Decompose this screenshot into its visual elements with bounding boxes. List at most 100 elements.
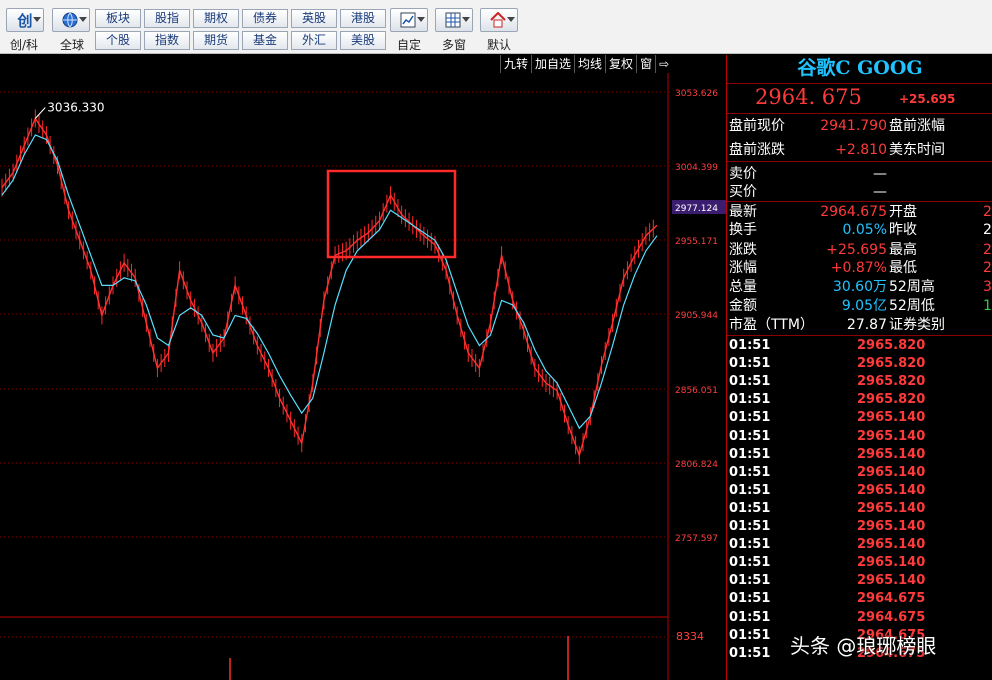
quote-key: 卖价	[729, 166, 757, 182]
tick-time: 01:51	[729, 356, 771, 372]
quote-key: 盘前现价	[729, 118, 785, 134]
tick-price: 2965.140	[857, 537, 926, 553]
tick-price: 2965.140	[857, 500, 926, 516]
nine-turn-button[interactable]: 九转	[500, 55, 531, 73]
quote-row: 卖价 —	[727, 165, 992, 184]
tick-price: 2964.675	[857, 591, 926, 607]
window-button[interactable]: 窗	[636, 55, 655, 73]
last-price: 2964. 675	[755, 85, 862, 109]
btn-futures[interactable]: 期货	[193, 31, 239, 50]
current-price-label: 2977.124	[675, 204, 718, 214]
quote-key-2: 昨收	[889, 222, 917, 238]
tick-time: 01:51	[729, 482, 771, 498]
default-button[interactable]	[480, 8, 518, 32]
default-label: 默认	[486, 38, 511, 52]
quote-row: 最新 2964.675 开盘 2	[727, 203, 992, 222]
multi-window-button[interactable]	[435, 8, 473, 32]
moving-average-button[interactable]: 均线	[574, 55, 605, 73]
btn-single-stock[interactable]: 个股	[95, 31, 141, 50]
quote-value: 9.05亿	[841, 298, 887, 314]
tick-time: 01:51	[729, 464, 771, 480]
tick-time: 01:51	[729, 573, 771, 589]
quote-row: 盘前涨跌 +2.810 美东时间	[727, 141, 992, 160]
quote-key: 总量	[729, 279, 757, 295]
quote-value: —	[873, 184, 887, 200]
tick-row: 01:51 2965.820	[727, 355, 992, 373]
chart-toolbar: 九转 加自选 均线 复权 窗 ⇨	[500, 55, 673, 73]
quote-key-2: 美东时间	[889, 142, 945, 158]
price-change: +25.695	[899, 92, 956, 106]
grid-icon	[445, 12, 461, 28]
btn-sector[interactable]: 板块	[95, 9, 141, 28]
btn-stock-index[interactable]: 股指	[144, 9, 190, 28]
star-market-button[interactable]: 创	[6, 8, 44, 32]
quote-value-2: 3	[983, 279, 992, 295]
tick-price: 2964.675	[857, 609, 926, 625]
btn-index[interactable]: 指数	[144, 31, 190, 50]
tick-row: 01:51 2965.140	[727, 518, 992, 536]
quote-value: 30.60万	[832, 279, 887, 295]
tick-time: 01:51	[729, 627, 771, 643]
quote-value: +2.810	[835, 142, 887, 158]
tick-time: 01:51	[729, 374, 771, 390]
custom-button[interactable]	[390, 8, 428, 32]
tick-time: 01:51	[729, 519, 771, 534]
quote-key-2: 最低	[889, 260, 917, 276]
quote-key: 金额	[729, 298, 757, 314]
tick-row: 01:51 2965.140	[727, 409, 992, 427]
tick-price: 2965.140	[857, 410, 926, 426]
quote-key: 市盈（TTM）	[729, 317, 814, 333]
btn-uk-stocks[interactable]: 英股	[291, 9, 337, 28]
add-watchlist-button[interactable]: 加自选	[531, 55, 574, 73]
series-line	[1, 117, 658, 458]
quote-row: 金额 9.05亿 52周低 1	[727, 297, 992, 316]
price-tick-label: 2856.051	[675, 386, 718, 396]
btn-hk-stocks[interactable]: 港股	[340, 9, 386, 28]
btn-forex[interactable]: 外汇	[291, 31, 337, 50]
price-chart[interactable]: 3053.626 3004.399 2955.171 2905.944 2856.051…	[0, 55, 726, 680]
series-line	[1, 134, 658, 430]
tick-price: 2965.820	[857, 338, 926, 353]
tick-row: 01:51 2965.140	[727, 500, 992, 518]
quote-panel: 谷歌C GOOG 2964. 675 +25.695 盘前现价 2941.790 盘…	[726, 55, 992, 680]
tick-price: 2965.140	[857, 519, 926, 534]
toolbar: 创 创/科 全球 板块 股指 期权 债券 英股 港股 个股 指数 期货 基金 外…	[0, 0, 992, 54]
watermark: 头条 @琅琊榜眼	[790, 634, 937, 658]
price-tick-label: 3053.626	[675, 89, 718, 99]
tick-price: 2965.140	[857, 428, 926, 444]
quote-value: —	[873, 166, 887, 182]
tick-row: 01:51 2965.820	[727, 391, 992, 409]
quote-value-2: 2	[983, 260, 992, 276]
quote-key: 涨幅	[729, 260, 757, 276]
adjust-button[interactable]: 复权	[605, 55, 636, 73]
btn-us-stocks[interactable]: 美股	[340, 31, 386, 50]
tick-price: 2965.820	[857, 356, 926, 372]
tick-time: 01:51	[729, 591, 771, 607]
price-tick-label: 2757.597	[675, 534, 718, 544]
global-button[interactable]	[52, 8, 90, 32]
tick-row: 01:51 2965.140	[727, 536, 992, 554]
expand-icon[interactable]: ⇨	[655, 55, 672, 73]
tick-time: 01:51	[729, 609, 771, 625]
quote-key: 换手	[729, 222, 757, 238]
quote-row: 涨跌 +25.695 最高 2	[727, 241, 992, 260]
quote-key: 买价	[729, 184, 757, 200]
price-tick-label: 2905.944	[675, 311, 718, 321]
custom-label: 自定	[396, 38, 421, 52]
quote-row: 买价 —	[727, 183, 992, 202]
stock-title: 谷歌C GOOG	[797, 57, 923, 79]
chart-canvas: 3053.626 3004.399 2955.171 2905.944 2856.051…	[0, 55, 726, 680]
quote-key-2: 开盘	[889, 204, 917, 220]
btn-options[interactable]: 期权	[193, 9, 239, 28]
tick-time: 01:51	[729, 392, 771, 408]
quote-row: 盘前现价 2941.790 盘前涨幅	[727, 117, 992, 136]
tick-price: 2965.140	[857, 482, 926, 498]
global-label: 全球	[59, 38, 84, 52]
star-market-icon: 创	[17, 11, 33, 30]
quote-key: 盘前涨跌	[729, 142, 785, 158]
btn-bonds[interactable]: 债券	[242, 9, 288, 28]
tick-row: 01:51 2964.675	[727, 609, 992, 627]
btn-funds[interactable]: 基金	[242, 31, 288, 50]
tick-time: 01:51	[729, 446, 771, 462]
quote-key-2: 52周高	[889, 279, 935, 295]
